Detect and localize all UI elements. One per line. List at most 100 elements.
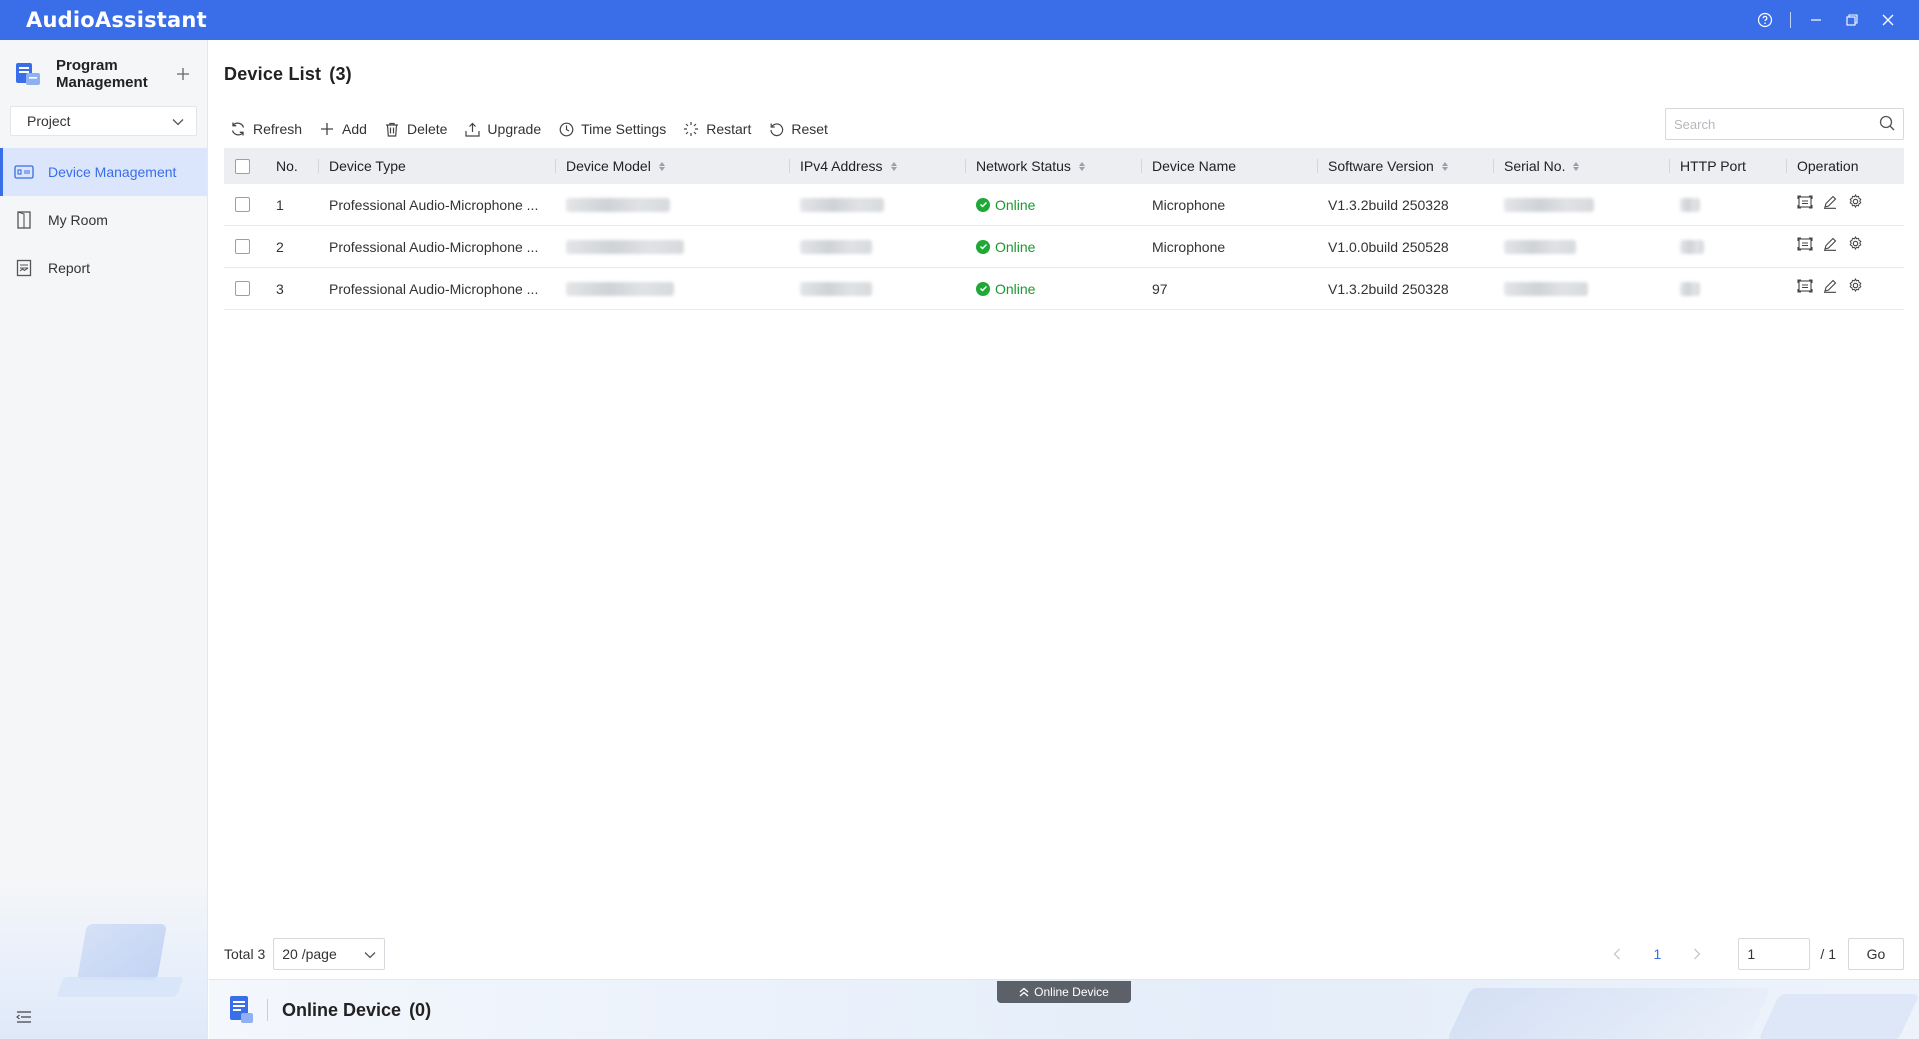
gear-icon[interactable] (1847, 236, 1863, 252)
page-total: / 1 (1820, 946, 1836, 962)
help-icon[interactable] (1754, 9, 1776, 31)
edit-icon[interactable] (1822, 236, 1838, 252)
add-button[interactable]: Add (313, 112, 378, 146)
sidebar-item-device-management[interactable]: Device Management (0, 148, 207, 196)
header-software-version[interactable]: Software Version (1318, 148, 1494, 184)
sidebar-item-label: Device Management (48, 164, 177, 180)
header-ipv4-address[interactable]: IPv4 Address (790, 148, 966, 184)
pagination-total: Total 3 (224, 946, 266, 962)
remote-config-icon[interactable] (1797, 236, 1813, 252)
row-checkbox[interactable] (235, 239, 250, 254)
cell-network-status: Online (966, 184, 1142, 225)
page-jump-input[interactable] (1738, 938, 1811, 970)
select-all-checkbox[interactable] (235, 158, 250, 174)
refresh-button[interactable]: Refresh (224, 112, 313, 146)
panel-decoration (1758, 994, 1919, 1039)
remote-config-icon[interactable] (1797, 194, 1813, 210)
header-operation: Operation (1797, 158, 1859, 174)
page-title-text: Device List (224, 64, 322, 84)
row-checkbox-cell (224, 268, 266, 309)
cell-no: 3 (276, 280, 284, 297)
row-checkbox[interactable] (235, 281, 250, 296)
upgrade-button[interactable]: Upgrade (458, 112, 552, 146)
cell-device-name: Microphone (1152, 196, 1226, 213)
cell-serial-no (1494, 184, 1670, 225)
restore-icon[interactable] (1841, 9, 1863, 31)
cell-device-model (556, 268, 790, 309)
online-device-toggle[interactable]: Online Device (997, 981, 1131, 1003)
cell-network-status: Online (966, 226, 1142, 267)
cell-device-name: Microphone (1152, 238, 1226, 255)
sort-icon[interactable] (1078, 161, 1085, 171)
header-checkbox-cell (224, 148, 266, 184)
redacted-value (1504, 197, 1594, 212)
cell-network-status: Online (966, 268, 1142, 309)
page-title: Device List (3) (224, 64, 352, 85)
minimize-icon[interactable] (1805, 9, 1827, 31)
redacted-value (800, 197, 884, 212)
cell-device-type: Professional Audio-Microphone ... (329, 280, 539, 297)
time-settings-button[interactable]: Time Settings (552, 112, 677, 146)
project-select[interactable]: Project (10, 106, 197, 136)
page-number-current[interactable]: 1 (1642, 946, 1672, 962)
next-page-icon[interactable] (1682, 939, 1712, 969)
sidebar-item-label: Report (48, 260, 91, 276)
sort-icon[interactable] (1573, 161, 1580, 171)
prev-page-icon[interactable] (1602, 939, 1632, 969)
close-icon[interactable] (1877, 9, 1899, 31)
program-management-title: Program Management (56, 57, 148, 91)
sidebar: Program Management Project Device Manage… (0, 40, 208, 1039)
reset-button[interactable]: Reset (762, 112, 839, 146)
header-serial-no[interactable]: Serial No. (1494, 148, 1670, 184)
add-program-icon[interactable] (173, 64, 193, 84)
delete-label: Delete (406, 121, 448, 137)
spinner-icon (683, 121, 699, 137)
cell-software-version: V1.0.0build 250528 (1328, 238, 1449, 255)
search-input[interactable] (1674, 116, 1879, 132)
cell-http-port (1670, 268, 1787, 309)
page-size-select[interactable]: 20 /page (273, 938, 386, 970)
sort-icon[interactable] (658, 161, 665, 171)
redacted-value (1504, 281, 1588, 296)
window-controls (1754, 9, 1919, 31)
program-icon (16, 63, 40, 85)
row-checkbox[interactable] (235, 197, 250, 212)
sidebar-item-my-room[interactable]: My Room (0, 196, 207, 244)
gear-icon[interactable] (1847, 194, 1863, 210)
cell-device-type: Professional Audio-Microphone ... (329, 238, 539, 255)
redacted-value (800, 239, 872, 254)
remote-config-icon[interactable] (1797, 278, 1813, 294)
check-circle-icon (976, 239, 990, 254)
cell-ipv4-address (790, 268, 966, 309)
sort-icon[interactable] (1441, 161, 1448, 171)
sort-icon[interactable] (890, 161, 897, 171)
search-icon[interactable] (1879, 115, 1895, 134)
cell-device-type: Professional Audio-Microphone ... (329, 196, 539, 213)
sidebar-item-report[interactable]: Report (0, 244, 207, 292)
redacted-value (566, 281, 674, 296)
cell-device-model (556, 226, 790, 267)
collapse-sidebar-icon[interactable] (14, 1007, 34, 1027)
pagination-controls: 1 / 1 Go (1602, 938, 1904, 970)
reset-icon (768, 121, 784, 137)
row-checkbox-cell (224, 184, 266, 225)
restart-button[interactable]: Restart (677, 112, 762, 146)
trash-icon (384, 121, 400, 137)
delete-button[interactable]: Delete (378, 112, 458, 146)
edit-icon[interactable] (1822, 278, 1838, 294)
device-count: (3) (329, 64, 352, 84)
cell-operation (1787, 184, 1904, 225)
go-button[interactable]: Go (1848, 938, 1904, 970)
header-device-model[interactable]: Device Model (556, 148, 790, 184)
header-network-status[interactable]: Network Status (966, 148, 1142, 184)
edit-icon[interactable] (1822, 194, 1838, 210)
cell-operation (1787, 268, 1904, 309)
redacted-value (1680, 197, 1700, 212)
table-row[interactable]: 2 Professional Audio-Microphone ... Onli… (224, 226, 1904, 268)
status-badge: Online (976, 281, 1035, 297)
gear-icon[interactable] (1847, 278, 1863, 294)
online-device-icon (230, 996, 253, 1023)
table-row[interactable]: 1 Professional Audio-Microphone ... Onli… (224, 184, 1904, 226)
upgrade-label: Upgrade (487, 121, 542, 137)
table-row[interactable]: 3 Professional Audio-Microphone ... Onli… (224, 268, 1904, 310)
